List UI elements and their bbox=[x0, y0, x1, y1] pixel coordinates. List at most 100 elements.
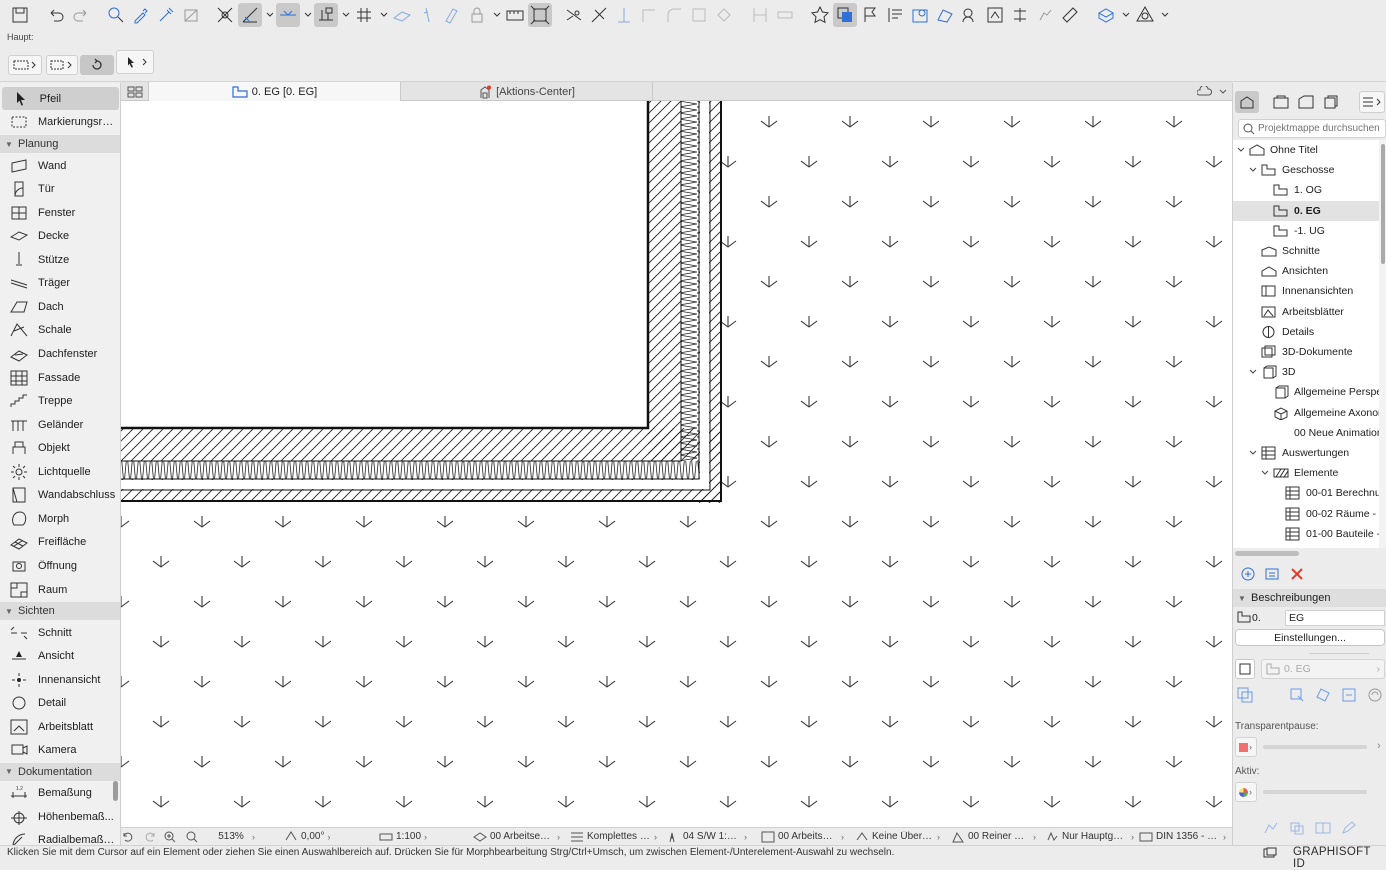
tool-wand[interactable]: Wand bbox=[0, 154, 120, 177]
tab-action-center[interactable]: [Aktions-Center] bbox=[401, 82, 653, 101]
dropdown-arrow-button[interactable] bbox=[1160, 3, 1170, 27]
graphisoft-id-logo[interactable]: GRAPHISOFT ID bbox=[1293, 846, 1386, 870]
quick-option-rotate-angle[interactable]: 0,00° › bbox=[284, 829, 330, 844]
dropdown-arrow-button[interactable] bbox=[341, 3, 351, 27]
quick-option-redo-view[interactable] bbox=[143, 829, 160, 844]
tool-ansicht[interactable]: Ansicht bbox=[0, 645, 120, 668]
quick-option-graphic-override[interactable]: 00 Arbeitsebenen› bbox=[761, 829, 844, 844]
tree-item-innenansichten[interactable]: Innenansichten bbox=[1233, 281, 1379, 301]
teamwork-button[interactable] bbox=[958, 3, 982, 27]
renovation-button[interactable] bbox=[908, 3, 932, 27]
snap-button[interactable] bbox=[213, 3, 237, 27]
structure-button[interactable] bbox=[1008, 3, 1032, 27]
align-button[interactable] bbox=[748, 3, 772, 27]
settings-button[interactable]: Einstellungen... bbox=[1235, 629, 1385, 646]
favorites-button[interactable] bbox=[808, 3, 832, 27]
view-toggle-button[interactable] bbox=[1235, 659, 1255, 679]
ruler-button[interactable] bbox=[503, 3, 527, 27]
quick-option-pen-set[interactable]: 04 S/W 1:200 › bbox=[666, 829, 747, 844]
tool-kamera[interactable]: Kamera bbox=[0, 739, 120, 762]
publisher-button[interactable] bbox=[1319, 91, 1343, 113]
layer-combo-button[interactable] bbox=[833, 3, 857, 27]
tree-item-3d[interactable]: 3D bbox=[1233, 362, 1379, 382]
bottom-action-icon[interactable] bbox=[1263, 821, 1279, 838]
tool-freifläche[interactable]: Freifläche bbox=[0, 531, 120, 554]
dropdown-arrow-button[interactable] bbox=[1121, 3, 1131, 27]
tree-item-allgemeine-perspektive[interactable]: Allgemeine Perspektive bbox=[1233, 382, 1379, 402]
tree-item-details[interactable]: Details bbox=[1233, 322, 1379, 342]
dropdown-arrow-button[interactable] bbox=[379, 3, 389, 27]
delete-button[interactable] bbox=[1290, 567, 1304, 581]
tool-stütze[interactable]: Stütze bbox=[0, 248, 120, 271]
tree-item-auswertungen[interactable]: Auswertungen bbox=[1233, 443, 1379, 463]
clone-icon[interactable] bbox=[1237, 687, 1253, 706]
snap-guides-button[interactable] bbox=[276, 3, 300, 27]
tool-schnitt[interactable]: Schnitt bbox=[0, 621, 120, 644]
tool-treppe[interactable]: Treppe bbox=[0, 390, 120, 413]
fit-window-button[interactable] bbox=[528, 3, 552, 27]
tool-morph[interactable]: Morph bbox=[0, 507, 120, 530]
window-icon[interactable] bbox=[1263, 847, 1277, 862]
expand-chevron-icon[interactable] bbox=[1247, 368, 1259, 377]
tree-item-elemente[interactable]: Elemente bbox=[1233, 463, 1379, 483]
tree-item-00-02-räume-fläche[interactable]: 00-02 Räume - Fläche bbox=[1233, 504, 1379, 524]
tree-item-1-ug[interactable]: -1. UG bbox=[1233, 221, 1379, 241]
tree-item-geschosse[interactable]: Geschosse bbox=[1233, 160, 1379, 180]
publish-button[interactable] bbox=[933, 3, 957, 27]
bottom-copy-icon[interactable] bbox=[1289, 821, 1305, 838]
quick-option-zoom-in[interactable] bbox=[163, 829, 180, 844]
tool-höhenbemaß[interactable]: Höhenbemaß... bbox=[0, 805, 120, 828]
tool-tür[interactable]: Tür bbox=[0, 178, 120, 201]
quick-option-scale[interactable]: 1:100 › bbox=[379, 829, 427, 844]
tool-innenansicht[interactable]: Innenansicht bbox=[0, 668, 120, 691]
search-input[interactable] bbox=[1258, 123, 1380, 134]
expand-chevron-icon[interactable] bbox=[1259, 469, 1271, 478]
tree-item-ansichten[interactable]: Ansichten bbox=[1233, 261, 1379, 281]
tree-item-01-00-bauteile-liste[interactable]: 01-00 Bauteile - Liste bbox=[1233, 524, 1379, 544]
tool-geländer[interactable]: Geländer bbox=[0, 413, 120, 436]
tool-objekt[interactable]: Objekt bbox=[0, 437, 120, 460]
save-button[interactable] bbox=[8, 3, 32, 27]
tool-träger[interactable]: Träger bbox=[0, 272, 120, 295]
marquee-shape-button[interactable] bbox=[46, 55, 78, 75]
quick-option-renovation-filter[interactable]: 00 Reiner Grundriss› bbox=[951, 829, 1036, 844]
tool-lichtquelle[interactable]: Lichtquelle bbox=[0, 460, 120, 483]
tool-öffnung[interactable]: Öffnung bbox=[0, 554, 120, 577]
guide-lines-button[interactable] bbox=[238, 3, 262, 27]
bottom-split-icon[interactable] bbox=[1315, 821, 1331, 838]
tree-item-0-eg[interactable]: 0. EG bbox=[1233, 200, 1379, 221]
tree-item-00-neue-animation[interactable]: 00 Neue Animation bbox=[1233, 423, 1379, 443]
dropdown-arrow-button[interactable] bbox=[265, 3, 275, 27]
tool-wandabschluss[interactable]: Wandabschluss bbox=[0, 484, 120, 507]
quick-option-zoom-level[interactable]: 513% › bbox=[213, 829, 255, 844]
active-color-button[interactable]: › bbox=[1235, 782, 1257, 802]
eyedropper-button[interactable] bbox=[129, 3, 153, 27]
navigator-menu-button[interactable] bbox=[1359, 91, 1385, 113]
chevron-right-icon[interactable]: › bbox=[1377, 740, 1381, 752]
tree-item-schnitte[interactable]: Schnitte bbox=[1233, 241, 1379, 261]
intersect-button[interactable] bbox=[587, 3, 611, 27]
selection-method-button[interactable] bbox=[8, 55, 42, 75]
rotate-view-button[interactable] bbox=[80, 55, 114, 75]
tab-overview-button[interactable] bbox=[121, 82, 149, 101]
tree-item-1-og[interactable]: 1. OG bbox=[1233, 180, 1379, 200]
tree-item-00-01-berechnung[interactable]: 00-01 Berechnung bbox=[1233, 483, 1379, 503]
descriptions-header[interactable]: ▼ Beschreibungen bbox=[1233, 589, 1386, 607]
gravity-button[interactable] bbox=[390, 3, 414, 27]
tree-item-arbeitsblätter[interactable]: Arbeitsblätter bbox=[1233, 302, 1379, 322]
toolbox-group-dokumentation[interactable]: ▼ Dokumentation bbox=[0, 762, 120, 781]
find-select-button[interactable] bbox=[104, 3, 128, 27]
layout-book-button[interactable] bbox=[1294, 91, 1318, 113]
tool-pfeil[interactable]: Pfeil bbox=[2, 87, 119, 110]
refresh-icon[interactable] bbox=[1367, 687, 1383, 706]
tool-fenster[interactable]: Fenster bbox=[0, 201, 120, 224]
dropdown-arrow-button[interactable] bbox=[303, 3, 313, 27]
tree-horizontal-scrollbar[interactable] bbox=[1235, 551, 1299, 556]
tool-markierungsrah[interactable]: Markierungsrah... bbox=[0, 111, 120, 134]
grid-snap-button[interactable] bbox=[314, 3, 338, 27]
quick-option-zoom-fit[interactable] bbox=[185, 829, 202, 844]
quick-option-model-view[interactable]: Komplettes Modell› bbox=[570, 829, 657, 844]
toolbox-group-planung[interactable]: ▼ Planung bbox=[0, 135, 120, 154]
quick-option-structure-display[interactable]: Nur Hauptgeschoss› bbox=[1045, 829, 1134, 844]
ruler-tag-button[interactable] bbox=[1058, 3, 1082, 27]
